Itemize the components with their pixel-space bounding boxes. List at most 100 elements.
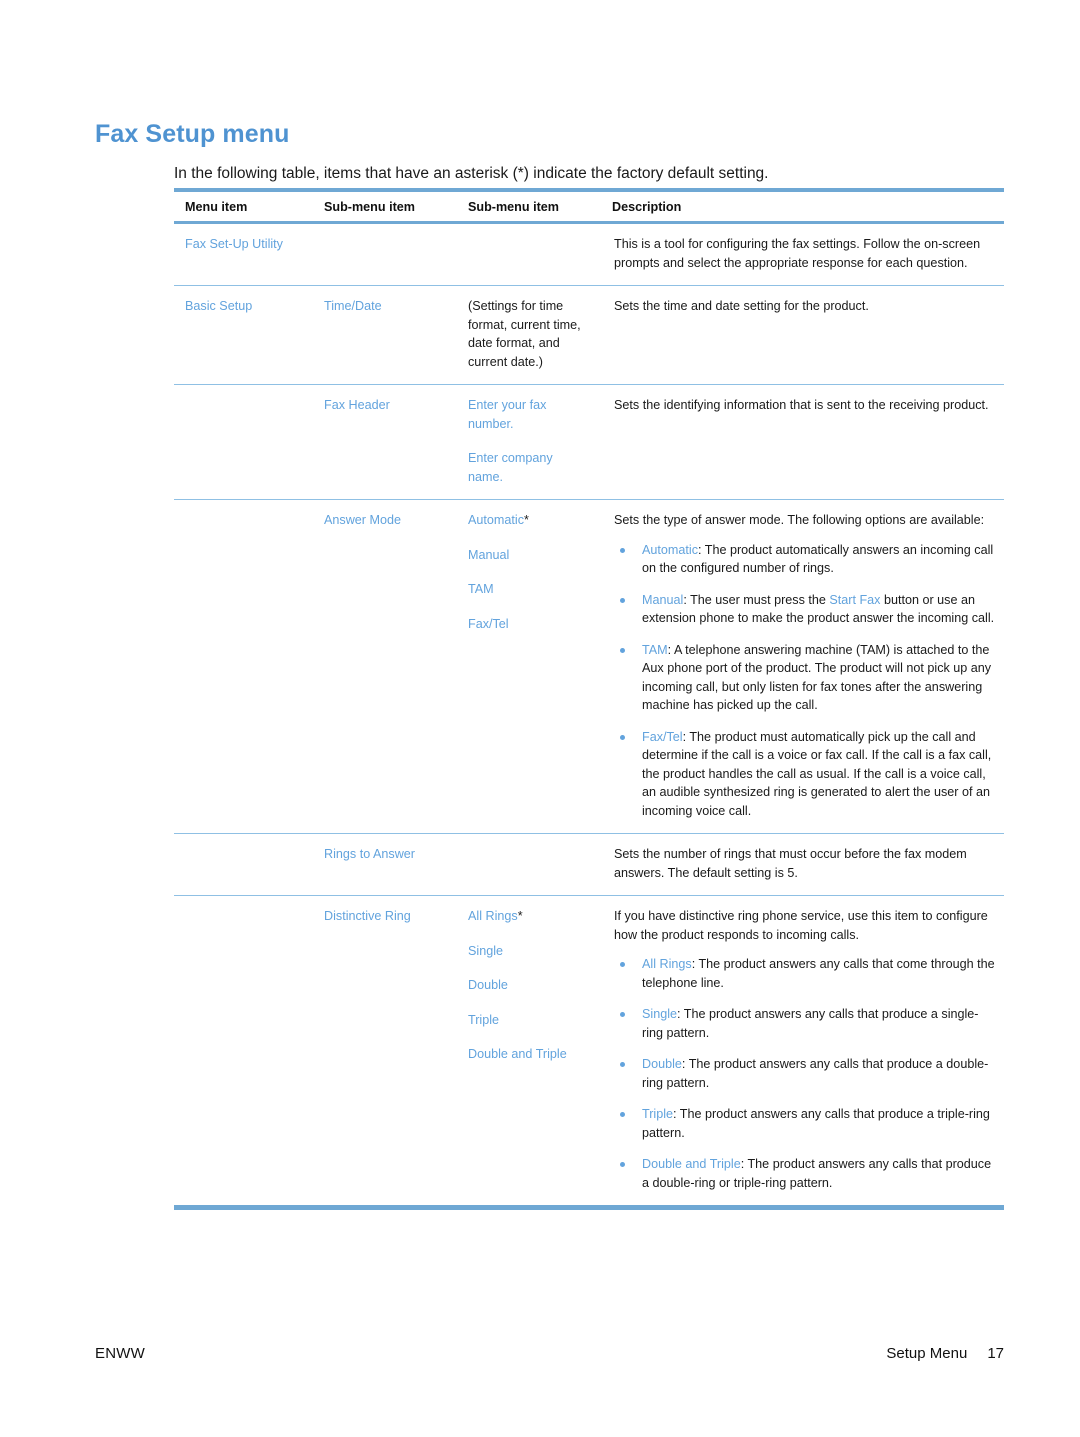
document-page: Fax Setup menu In the following table, i… (0, 0, 1080, 1437)
bullet-term-link[interactable]: Fax/Tel (642, 730, 683, 744)
cell-sub-menu-item-1: Fax Header (313, 384, 457, 500)
cell-menu-item (174, 499, 313, 834)
sub-menu-item-link[interactable]: Distinctive Ring (324, 909, 411, 923)
sub-menu-option-link[interactable]: Double (468, 978, 508, 992)
sub-menu-option[interactable]: Double (468, 976, 591, 995)
description-text: This is a tool for configuring the fax s… (614, 237, 981, 270)
sub-menu-option-link[interactable]: All Rings (468, 909, 518, 923)
page-footer: ENWW Setup Menu 17 (95, 1345, 1004, 1369)
cell-description: Sets the time and date setting for the p… (601, 285, 1004, 385)
bullet-term-link[interactable]: Manual (642, 593, 683, 607)
table-header-row: Menu item Sub-menu item Sub-menu item De… (174, 188, 1004, 224)
table-row: Distinctive Ring All Rings* Single Double Tr… (174, 895, 1004, 1210)
sub-menu-option-link[interactable]: Manual (468, 548, 509, 562)
sub-menu-option-link[interactable]: Double and Triple (468, 1047, 567, 1061)
bullet-dot-icon (620, 734, 625, 740)
sub-menu-option: (Settings for time format, current time,… (468, 299, 581, 369)
sub-menu-option-list: All Rings* Single Double Triple Double and T… (468, 907, 591, 1064)
sub-menu-option[interactable]: TAM (468, 580, 591, 599)
cell-menu-item: Fax Set-Up Utility (174, 223, 313, 286)
sub-menu-option-link[interactable]: Single (468, 944, 503, 958)
footer-locale-code: ENWW (95, 1345, 145, 1362)
table-row: Fax Set-Up Utility This is a tool for con… (174, 223, 1004, 286)
bullet-term-link[interactable]: Double and Triple (642, 1157, 741, 1171)
footer-page-number: 17 (987, 1345, 1004, 1362)
cell-menu-item (174, 833, 313, 896)
cell-sub-menu-item-1 (313, 223, 457, 286)
bullet-term-link[interactable]: TAM (642, 643, 668, 657)
sub-menu-item-link[interactable]: Answer Mode (324, 513, 401, 527)
table-row: Basic Setup Time/Date (Settings for time f… (174, 285, 1004, 385)
sub-menu-item-link[interactable]: Time/Date (324, 299, 382, 313)
fax-setup-menu-table: Menu item Sub-menu item Sub-menu item De… (174, 188, 1004, 1210)
sub-menu-option[interactable]: Automatic* (468, 511, 591, 530)
default-asterisk: * (517, 909, 523, 923)
table-header: Menu item Sub-menu item Sub-menu item De… (174, 188, 1004, 224)
description-bullet-item: Triple: The product answers any calls th… (614, 1105, 998, 1142)
cell-menu-item (174, 384, 313, 500)
cell-sub-menu-item-2: (Settings for time format, current time,… (457, 285, 601, 385)
cell-sub-menu-item-1: Answer Mode (313, 499, 457, 834)
bullet-term-link[interactable]: Automatic (642, 543, 698, 557)
description-text: If you have distinctive ring phone servi… (614, 909, 988, 942)
sub-menu-option-link[interactable]: Enter your fax number. (468, 398, 546, 431)
intro-paragraph: In the following table, items that have … (174, 164, 769, 182)
table-row: Fax Header Enter your fax number. Enter co… (174, 384, 1004, 500)
sub-menu-item-link[interactable]: Rings to Answer (324, 847, 415, 861)
bullet-term-link[interactable]: Double (642, 1057, 682, 1071)
menu-item-link[interactable]: Fax Set-Up Utility (185, 237, 283, 251)
description-text: Sets the identifying information that is… (614, 398, 989, 412)
bullet-dot-icon (620, 962, 625, 967)
sub-menu-option-link[interactable]: TAM (468, 582, 494, 596)
sub-menu-option[interactable]: Double and Triple (468, 1045, 591, 1064)
description-bullet-item: Fax/Tel: The product must automatically … (614, 728, 998, 821)
bullet-dot-icon (620, 1012, 625, 1017)
description-bullet-item: TAM: A telephone answering machine (TAM)… (614, 641, 998, 715)
menu-item-link[interactable]: Basic Setup (185, 299, 252, 313)
cell-description: This is a tool for configuring the fax s… (601, 223, 1004, 286)
bullet-body-text: : The product answers any calls that com… (642, 957, 995, 990)
sub-menu-option[interactable]: Manual (468, 546, 591, 565)
column-header-sub-menu-item-2: Sub-menu item (457, 188, 601, 224)
sub-menu-option[interactable]: Single (468, 942, 591, 961)
page-title: Fax Setup menu (95, 119, 290, 148)
footer-section-name: Setup Menu (886, 1345, 968, 1362)
sub-menu-option-list: Enter your fax number. Enter company name… (468, 396, 591, 486)
description-bullet-item: Manual: The user must press the Start Fa… (614, 591, 998, 628)
bullet-body-text: : A telephone answering machine (TAM) is… (642, 642, 992, 713)
bullet-body-text: : The user must press the (683, 592, 830, 607)
sub-menu-option-link[interactable]: Fax/Tel (468, 617, 509, 631)
sub-menu-item-link[interactable]: Fax Header (324, 398, 390, 412)
sub-menu-option[interactable]: Enter company name. (468, 449, 591, 486)
description-text: Sets the time and date setting for the p… (614, 299, 869, 313)
sub-menu-option[interactable]: All Rings* (468, 907, 591, 926)
bullet-dot-icon (620, 647, 625, 653)
sub-menu-option[interactable]: Triple (468, 1011, 591, 1030)
description-bullet-item: All Rings: The product answers any calls… (614, 955, 998, 992)
cell-description: Sets the identifying information that is… (601, 384, 1004, 500)
cell-sub-menu-item-2 (457, 223, 601, 286)
bullet-dot-icon (620, 597, 625, 603)
inline-term-link[interactable]: Start Fax (829, 593, 880, 607)
table-body: Fax Set-Up Utility This is a tool for con… (174, 223, 1004, 1210)
table-row: Answer Mode Automatic* Manual TAM Fax/Tel Set… (174, 499, 1004, 834)
cell-sub-menu-item-2: Enter your fax number. Enter company name… (457, 384, 601, 500)
bullet-term-link[interactable]: Triple (642, 1107, 673, 1121)
description-bullet-item: Double and Triple: The product answers a… (614, 1155, 998, 1192)
cell-sub-menu-item-1: Rings to Answer (313, 833, 457, 896)
cell-sub-menu-item-2: All Rings* Single Double Triple Double and T… (457, 895, 601, 1210)
sub-menu-option[interactable]: Fax/Tel (468, 615, 591, 634)
bullet-term-link[interactable]: All Rings (642, 957, 692, 971)
column-header-sub-menu-item-1: Sub-menu item (313, 188, 457, 224)
sub-menu-option-link[interactable]: Enter company name. (468, 451, 553, 484)
description-bullet-list: All Rings: The product answers any calls… (614, 955, 998, 1192)
description-bullet-item: Single: The product answers any calls th… (614, 1005, 998, 1042)
bullet-term-link[interactable]: Single (642, 1007, 677, 1021)
cell-description: Sets the number of rings that must occur… (601, 833, 1004, 896)
cell-sub-menu-item-2: Automatic* Manual TAM Fax/Tel (457, 499, 601, 834)
bullet-dot-icon (620, 1062, 625, 1067)
sub-menu-option[interactable]: Enter your fax number. (468, 396, 591, 433)
cell-description: Sets the type of answer mode. The follow… (601, 499, 1004, 834)
sub-menu-option-link[interactable]: Triple (468, 1013, 499, 1027)
sub-menu-option-link[interactable]: Automatic (468, 513, 524, 527)
